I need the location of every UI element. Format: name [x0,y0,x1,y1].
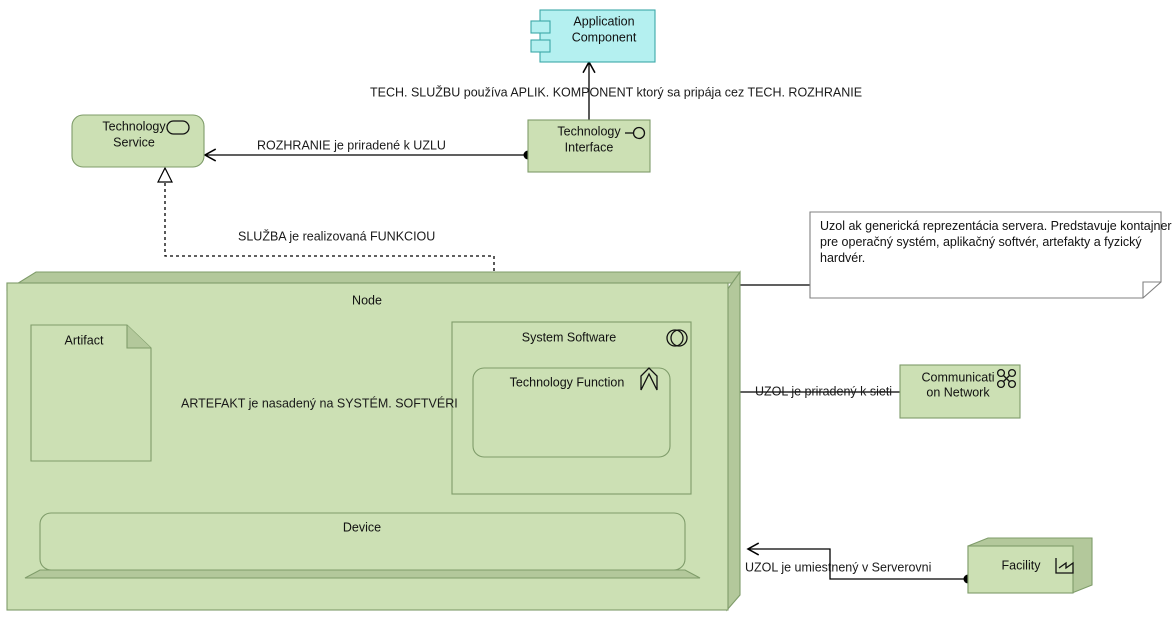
artifact-label: Artifact [65,333,104,347]
archimate-diagram: Application Component Technology Service… [6,9,1172,612]
technology-service-label-line2: Service [113,135,155,149]
note-text-line3: hardvér. [820,251,865,265]
note-text-line1: Uzol ak generická reprezentácia servera.… [820,219,1172,233]
technology-function[interactable]: Technology Function [472,367,671,458]
artifact[interactable]: Artifact [30,324,152,462]
technology-function-label: Technology Function [510,375,625,389]
diagram-canvas: Application Component Technology Service… [0,0,1172,621]
application-component-icon-lower [530,39,551,53]
communication-network-label-line1: Communicati [922,370,995,384]
technology-service-label-line1: Technology [102,119,166,133]
technology-interface-label-line1: Technology [557,124,621,138]
communication-network[interactable]: Communicati on Network [899,364,1021,419]
label-node-assigned-to-network: UZOL je priradený k sieti [755,384,892,398]
label-service-used-by-component: TECH. SLUŽBU používa APLIK. KOMPONENT kt… [370,84,862,99]
label-interface-assigned-to-node: ROZHRANIE je priradené k UZLU [257,138,446,152]
note-box[interactable]: Uzol ak generická reprezentácia servera.… [809,211,1172,299]
facility[interactable]: Facility [967,537,1093,594]
technology-service[interactable]: Technology Service [71,114,205,168]
application-component[interactable]: Application Component [530,9,656,63]
device[interactable]: Device [24,512,701,579]
device-label: Device [343,520,381,534]
application-component-icon [530,20,551,34]
system-software-label: System Software [522,330,617,344]
label-node-located-in-facility: UZOL je umiestnený v Serverovni [745,560,931,574]
realization-hollow-triangle [157,166,173,183]
note-text-line2: pre operačný systém, aplikačný softvér, … [820,235,1142,249]
application-component-label-line2: Component [572,30,637,44]
label-artifact-deployed-on-system-software: ARTEFAKT je nasadený na SYSTÉM. SOFTVÉRI [181,395,458,410]
device-pedestal-icon [24,569,701,579]
facility-label: Facility [1002,558,1042,572]
application-component-label-line1: Application [573,14,634,28]
node-right-bevel [726,270,741,612]
technology-interface-label-line2: Interface [565,140,614,154]
technology-interface[interactable]: Technology Interface [527,119,651,173]
label-service-realized-by-function: SLUŽBA je realizovaná FUNKCIOU [238,228,435,243]
node-label: Node [352,293,382,307]
communication-network-label-line2: on Network [926,385,990,399]
